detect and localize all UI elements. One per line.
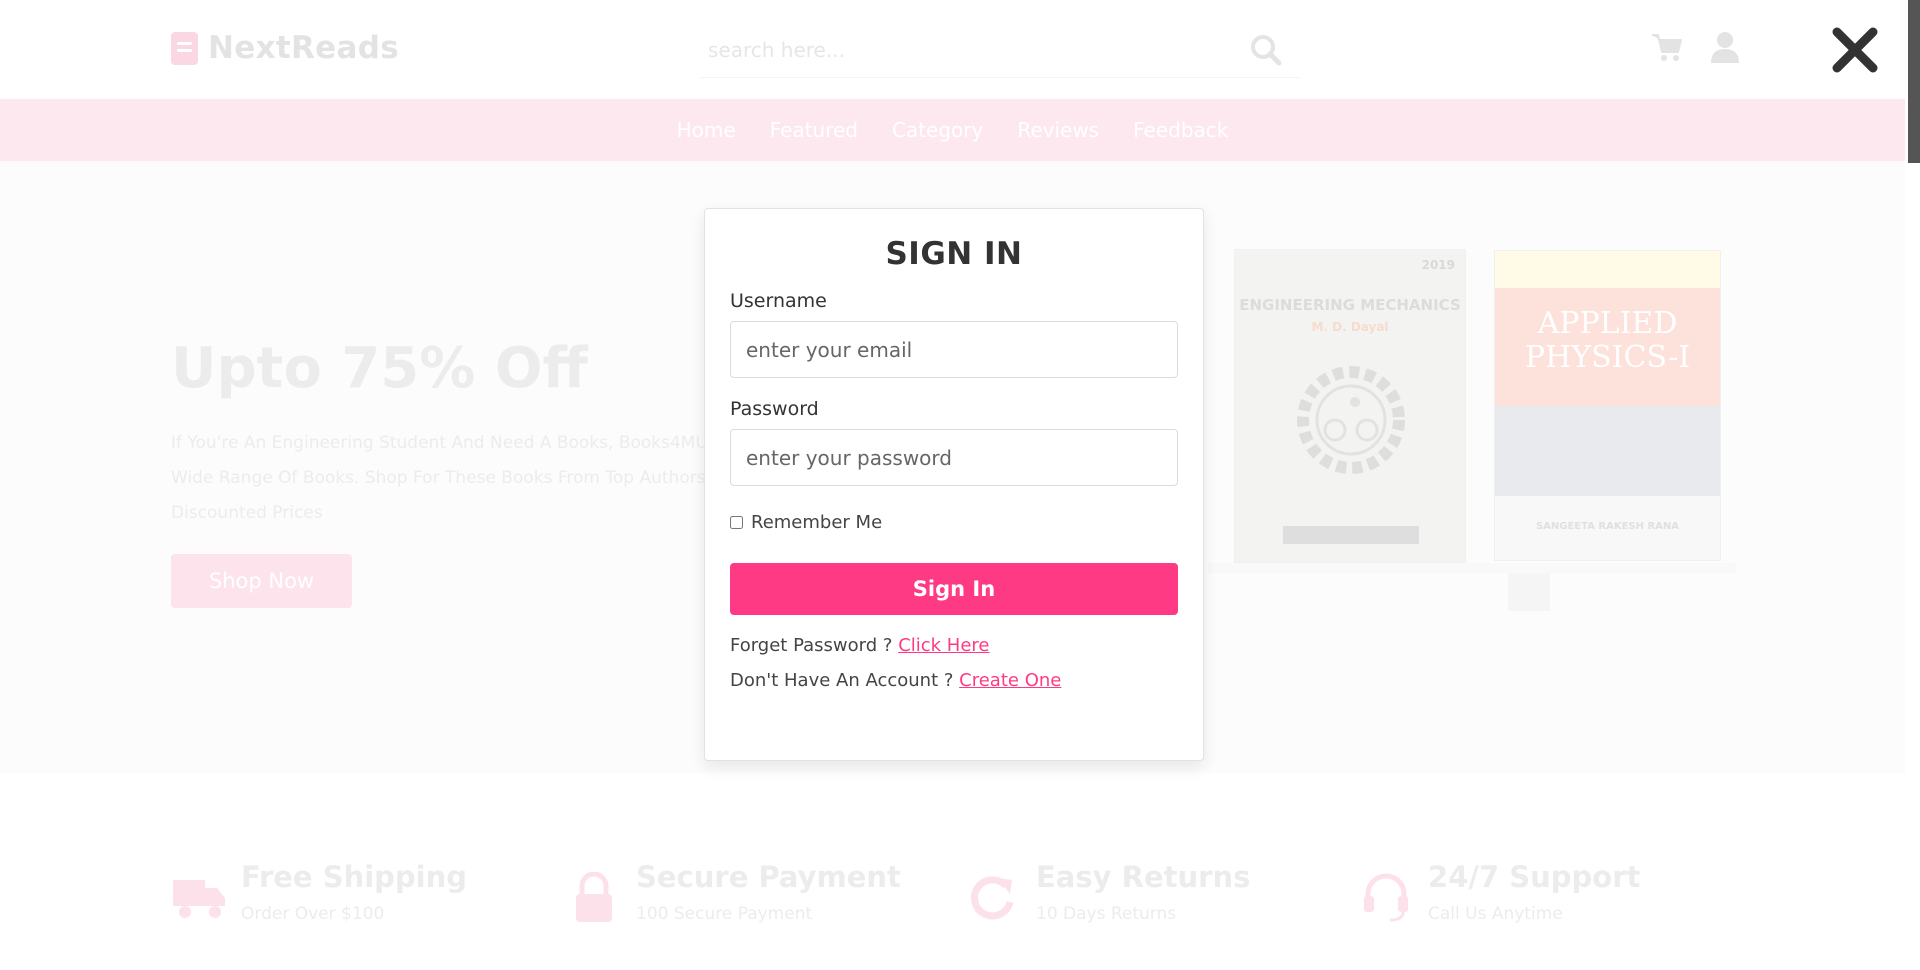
gear-illustration xyxy=(1297,366,1405,474)
features-row: Free Shipping Order Over $100 Secure Pay… xyxy=(0,860,1905,970)
book-top-band xyxy=(1495,251,1720,288)
scrollbar[interactable] xyxy=(1905,0,1920,970)
shopping-cart-icon[interactable] xyxy=(1650,30,1684,64)
shelf-stand xyxy=(1508,573,1550,611)
hero-title: Upto 75% Off xyxy=(171,336,588,401)
username-field[interactable] xyxy=(730,321,1178,378)
book-applied-physics[interactable]: APPLIED PHYSICS-I SANGEETA RAKESH RANA xyxy=(1494,250,1721,561)
truck-icon xyxy=(173,880,225,918)
feature-subtitle: 100 Secure Payment xyxy=(636,904,813,924)
close-button[interactable] xyxy=(1829,24,1881,76)
remember-me-checkbox[interactable] xyxy=(730,516,743,529)
navbar: Home Featured Category Reviews Feedback xyxy=(0,99,1905,161)
book-icon xyxy=(171,31,198,65)
forgot-password-text: Forget Password ? xyxy=(730,635,893,656)
feature-title: 24/7 Support xyxy=(1428,860,1641,894)
remember-me-row: Remember Me xyxy=(730,512,1178,533)
scrollbar-thumb[interactable] xyxy=(1908,0,1920,163)
feature-title: Easy Returns xyxy=(1036,860,1251,894)
feature-support: 24/7 Support Call Us Anytime xyxy=(1358,860,1640,924)
sign-in-modal: SIGN IN Username Password Remember Me Si… xyxy=(704,208,1204,761)
close-icon xyxy=(1832,27,1878,73)
feature-free-shipping: Free Shipping Order Over $100 xyxy=(171,860,467,924)
book-title: APPLIED PHYSICS-I xyxy=(1524,306,1691,375)
forgot-password-row: Forget Password ? Click Here xyxy=(730,635,1178,656)
book-title: ENGINEERING MECHANICS xyxy=(1239,296,1461,314)
book-space-image xyxy=(1495,406,1720,496)
nav-category[interactable]: Category xyxy=(892,118,983,142)
book-shelf xyxy=(1208,563,1736,573)
search-icon[interactable] xyxy=(1248,32,1284,68)
remember-me-label[interactable]: Remember Me xyxy=(751,512,882,533)
feature-subtitle: 10 Days Returns xyxy=(1036,904,1177,924)
feature-subtitle: Order Over $100 xyxy=(241,904,385,924)
modal-title: SIGN IN xyxy=(885,236,1023,272)
search-input[interactable] xyxy=(700,36,1248,63)
book-caption-bar xyxy=(1283,526,1419,544)
headset-icon xyxy=(1364,873,1408,922)
create-account-link[interactable]: Create One xyxy=(959,670,1061,691)
hero-description: If You're An Engineering Student And Nee… xyxy=(171,433,708,523)
redo-icon xyxy=(971,876,1014,920)
logo[interactable]: NextReads xyxy=(171,30,399,66)
nav-reviews[interactable]: Reviews xyxy=(1017,118,1099,142)
book-year: 2019 xyxy=(1421,258,1455,272)
sign-in-button[interactable]: Sign In xyxy=(730,563,1178,615)
logo-text: NextReads xyxy=(208,30,399,66)
book-engineering-mechanics[interactable]: 2019 ENGINEERING MECHANICS M. D. Dayal xyxy=(1234,249,1466,563)
password-label: Password xyxy=(730,398,819,420)
feature-title: Free Shipping xyxy=(241,860,468,894)
user-icon[interactable] xyxy=(1708,30,1742,64)
feature-subtitle: Call Us Anytime xyxy=(1428,904,1563,924)
nav-home[interactable]: Home xyxy=(677,118,736,142)
search-bar xyxy=(700,22,1300,78)
nav-feedback[interactable]: Feedback xyxy=(1133,118,1228,142)
header: NextReads xyxy=(0,0,1920,99)
forgot-password-link[interactable]: Click Here xyxy=(898,635,989,656)
password-field[interactable] xyxy=(730,429,1178,486)
feature-title: Secure Payment xyxy=(636,860,901,894)
feature-easy-returns: Easy Returns 10 Days Returns xyxy=(966,860,1250,924)
create-account-row: Don't Have An Account ? Create One xyxy=(730,670,1178,691)
feature-secure-payment: Secure Payment 100 Secure Payment xyxy=(566,860,901,924)
create-account-text: Don't Have An Account ? xyxy=(730,670,954,691)
book-author: SANGEETA RAKESH RANA xyxy=(1535,521,1680,532)
shop-now-button[interactable]: Shop Now xyxy=(171,554,352,608)
header-icons xyxy=(1650,30,1742,64)
username-label: Username xyxy=(730,290,827,312)
nav-featured[interactable]: Featured xyxy=(770,118,858,142)
book-author: M. D. Dayal xyxy=(1311,320,1389,334)
lock-icon xyxy=(576,872,612,922)
